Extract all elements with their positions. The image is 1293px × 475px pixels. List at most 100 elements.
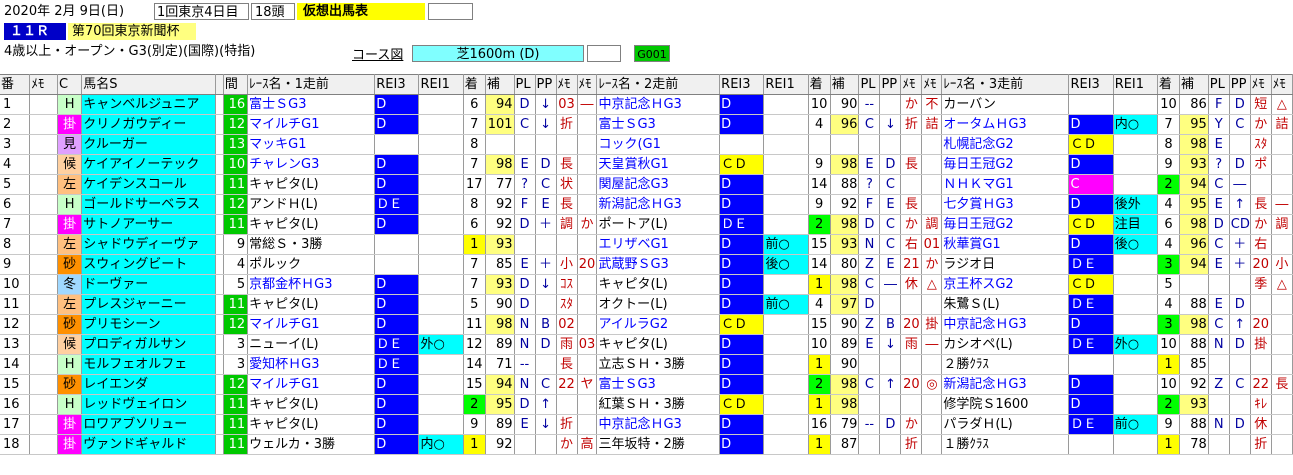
horse-name[interactable]: キャンベルジュニア (81, 94, 217, 115)
column-header[interactable]: ﾒﾓ (1271, 74, 1293, 95)
race-name-r1[interactable]: チャレンG3 (247, 154, 376, 175)
horse-name[interactable]: シャドウディーヴァ (81, 234, 217, 255)
column-header[interactable]: 着 (808, 74, 831, 95)
race-name-r3[interactable]: オータムＨG3 (941, 114, 1070, 135)
race-name-r2[interactable]: アイルラG2 (596, 314, 721, 335)
memo-cell[interactable] (29, 114, 58, 135)
race-name-r1[interactable]: ニューイ(L) (247, 334, 376, 355)
column-header[interactable]: PP (535, 74, 557, 95)
blank-box-2[interactable] (587, 45, 621, 62)
race-name-r3[interactable]: ＮＨＫマG1 (941, 174, 1070, 195)
race-name-r3[interactable]: 修学院Ｓ1600 (941, 394, 1070, 415)
race-name-r1[interactable]: アンドＨ(L) (247, 194, 376, 215)
race-name-r1[interactable]: マイルチG1 (247, 314, 376, 335)
race-name-r2[interactable]: キャピタ(L) (596, 274, 721, 295)
column-header[interactable]: PP (1229, 74, 1251, 95)
column-header[interactable]: 補 (1179, 74, 1209, 95)
race-name-r2[interactable]: 立志ＳＨ・3勝 (596, 354, 721, 375)
table-row[interactable]: 18 掛ヴァンドギャルド 11 ウェルカ・3勝 D 内○ 1 92 か高三年坂特・2勝 D 1 87 折… (0, 434, 1293, 455)
table-row[interactable]: 12 砂プリモシーン 12 マイルチG1 D 11 98 N B 02 アイルラG2 ＣＤ 15 90 Z B… (0, 314, 1293, 335)
column-header[interactable]: 着 (463, 74, 486, 95)
race-name-r1[interactable]: キャピタ(L) (247, 294, 376, 315)
column-header[interactable]: REI3 (719, 74, 765, 95)
memo-cell[interactable] (29, 434, 58, 455)
race-name-r1[interactable]: マッキG1 (247, 134, 376, 155)
memo-cell[interactable] (29, 194, 58, 215)
memo-cell[interactable] (29, 254, 58, 275)
column-header[interactable]: ﾒﾓ (577, 74, 598, 95)
race-name-r1[interactable]: 愛知杯ＨG3 (247, 354, 376, 375)
table-row[interactable]: 7 掛サトノアーサー 11 キャピタ(L) D 6 92 D ＋調かポートア(L) ＤＥ 2 98 D C… (0, 214, 1293, 235)
table-row[interactable]: 14 H モルフェオルフェ 3 愛知杯ＨG3 ＤＥ 14 71 -- 長立志ＳＨ・3勝 D 1 90 ２勝… (0, 354, 1293, 375)
column-header[interactable]: 間 (223, 74, 249, 95)
table-row[interactable]: 13 候プロディガルサン 3 ニューイ(L) ＤＥ 外○ 12 89 N D 雨 03 キャピタ(L) D… (0, 334, 1293, 355)
race-name-r2[interactable]: 三年坂特・2勝 (596, 434, 721, 455)
race-name-r2[interactable]: 富士ＳG3 (596, 374, 721, 395)
column-header[interactable]: ﾒﾓ (921, 74, 943, 95)
horse-name[interactable]: ロワアブソリュー (81, 414, 217, 435)
memo-cell[interactable] (29, 154, 58, 175)
memo-cell[interactable] (29, 374, 58, 395)
column-header[interactable] (215, 74, 224, 95)
horse-name[interactable]: プリモシーン (81, 314, 217, 335)
column-header[interactable]: REI1 (1113, 74, 1158, 95)
memo-cell[interactable] (29, 94, 58, 115)
memo-cell[interactable] (29, 334, 58, 355)
column-header[interactable]: REI3 (374, 74, 420, 95)
column-header[interactable]: ﾚｰｽ名・1走前 (247, 74, 376, 95)
race-name-r3[interactable]: 七夕賞ＨG3 (941, 194, 1070, 215)
race-name-r3[interactable]: 秋華賞G1 (941, 234, 1070, 255)
column-header[interactable]: ﾒﾓ (1250, 74, 1272, 95)
course-map-link[interactable]: コース図 (352, 47, 410, 64)
memo-cell[interactable] (29, 354, 58, 375)
column-header[interactable]: 補 (830, 74, 860, 95)
race-name-r2[interactable]: 新潟記念ＨG3 (596, 194, 721, 215)
race-name-r1[interactable]: ウェルカ・3勝 (247, 434, 376, 455)
memo-cell[interactable] (29, 234, 58, 255)
column-header[interactable]: ﾒﾓ (556, 74, 578, 95)
horse-name[interactable]: スウィングビート (81, 254, 217, 275)
column-header[interactable]: PP (879, 74, 902, 95)
memo-cell[interactable] (29, 174, 58, 195)
race-name-r1[interactable]: 富士ＳG3 (247, 94, 376, 115)
race-name-r1[interactable]: 京都金杯ＨG3 (247, 274, 376, 295)
table-row[interactable]: 10 冬ドーヴァー 5 京都金杯ＨG3 D 7 93 D ↓ ｺｽ キャピタ(L) D 1 98 C ― 休 △ 京… (0, 274, 1293, 295)
column-header[interactable]: PL (514, 74, 536, 95)
column-header[interactable]: REI1 (763, 74, 809, 95)
table-row[interactable]: 1 H キャンベルジュニア 16 富士ＳG3 D 6 94 D ↓ 03 ― 中京記念ＨG3 D 10 90-… (0, 94, 1293, 115)
race-name-r3[interactable]: ラジオ日 (941, 254, 1070, 275)
column-header[interactable]: ﾚｰｽ名・2走前 (596, 74, 721, 95)
race-name-r2[interactable]: 富士ＳG3 (596, 114, 721, 135)
memo-cell[interactable] (29, 134, 58, 155)
race-name-r3[interactable]: 京王杯スG2 (941, 274, 1070, 295)
column-header[interactable]: ﾒﾓ (29, 74, 58, 95)
race-name-r2[interactable]: ポートア(L) (596, 214, 721, 235)
table-row[interactable]: 11 左プレスジャーニー 11 キャピタ(L) D 5 90 D ｽﾀ オクトー(L) D 前○ 4 97… (0, 294, 1293, 315)
column-header[interactable]: 馬名S (81, 74, 217, 95)
horse-name[interactable]: プロディガルサン (81, 334, 217, 355)
race-name-r3[interactable]: 毎日王冠G2 (941, 154, 1070, 175)
race-name-r3[interactable]: カシオペ(L) (941, 334, 1070, 355)
race-name-r2[interactable]: 中京記念ＨG3 (596, 414, 721, 435)
horse-name[interactable]: ドーヴァー (81, 274, 217, 295)
race-name-r2[interactable]: 中京記念ＨG3 (596, 94, 721, 115)
horse-name[interactable]: ケイデンスコール (81, 174, 217, 195)
column-header[interactable]: C (57, 74, 83, 95)
horse-name[interactable]: ヴァンドギャルド (81, 434, 217, 455)
race-name-r2[interactable]: 紅葉ＳＨ・3勝 (596, 394, 721, 415)
horse-name[interactable]: サトノアーサー (81, 214, 217, 235)
race-name-r3[interactable]: カーバン (941, 94, 1070, 115)
column-header[interactable]: REI1 (418, 74, 464, 95)
horse-name[interactable]: プレスジャーニー (81, 294, 217, 315)
column-header[interactable]: ﾒﾓ (900, 74, 923, 95)
column-header[interactable]: ﾚｰｽ名・3走前 (941, 74, 1070, 95)
race-name-r3[interactable]: 新潟記念ＨG3 (941, 374, 1070, 395)
race-name-r1[interactable]: キャピタ(L) (247, 174, 376, 195)
table-row[interactable]: 3 見クルーガー 13 マッキG1 8 コック(G1 札幌記念G2 ＣＤ 8 98 E ｽﾀ (0, 134, 1293, 155)
race-name-r3[interactable]: 中京記念ＨG3 (941, 314, 1070, 335)
column-header[interactable]: REI3 (1068, 74, 1114, 95)
column-header[interactable]: 補 (485, 74, 515, 95)
race-name-r2[interactable]: コック(G1 (596, 134, 721, 155)
table-row[interactable]: 17 掛ロワアブソリュー 11 キャピタ(L) D 9 89 E ↓ 折中京記念ＨG3 D 16 79-… (0, 414, 1293, 435)
race-name-r2[interactable]: キャピタ(L) (596, 334, 721, 355)
